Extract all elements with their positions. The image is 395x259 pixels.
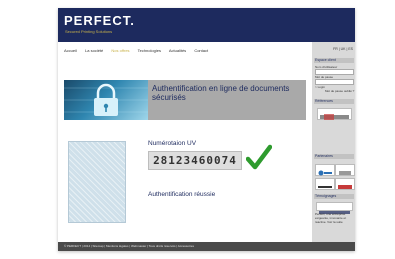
nav-item-accueil[interactable]: Accueil: [64, 48, 77, 53]
site-logo[interactable]: PERFECT.: [64, 13, 135, 28]
main-nav: Accueil La société Nos offres Technologi…: [64, 48, 215, 53]
padlock-icon: [64, 83, 148, 116]
testimonials-header: Témoignages: [314, 194, 354, 199]
uv-number-display: 28123460074: [148, 151, 242, 170]
language-switcher[interactable]: FR | UK | ES: [333, 47, 353, 51]
footer-text: © PERFECT | 2014 | Sitemap | Mentions lé…: [64, 244, 194, 248]
partner-logo-3-icon: [318, 186, 332, 188]
partner-logo-1[interactable]: [315, 164, 335, 176]
partner-logo-4-icon: [338, 185, 352, 189]
testimonial-logo: [316, 202, 353, 214]
partner-logo-2-icon: [339, 171, 351, 175]
testimonial-text: Perfect, une entreprise exigeante, innov…: [315, 212, 347, 224]
partner-logo-2[interactable]: [335, 164, 355, 176]
padlock-image: [64, 80, 148, 120]
nav-item-offres[interactable]: Nos offres: [111, 48, 129, 53]
hero-title: Authentification en ligne de documents s…: [152, 84, 290, 102]
login-link[interactable]: > Login: [315, 85, 325, 89]
nav-item-actualites[interactable]: Actualités: [169, 48, 186, 53]
client-area-header: Espace client: [314, 58, 354, 63]
reference-logo-icon: [320, 114, 349, 120]
partner-logo-1-icon: [318, 170, 332, 176]
reference-logo[interactable]: [317, 108, 352, 120]
nav-item-societe[interactable]: La société: [85, 48, 103, 53]
checkmark-icon: [246, 144, 272, 170]
hero-banner: Authentification en ligne de documents s…: [64, 80, 306, 120]
nav-item-technologies[interactable]: Technologies: [138, 48, 161, 53]
site-tagline: Secured Printing Solutions: [65, 29, 113, 34]
forgot-password-link[interactable]: Mot de passe oublié ?: [325, 89, 354, 93]
uv-number-label: Numérotaion UV: [148, 140, 197, 147]
site-footer: © PERFECT | 2014 | Sitemap | Mentions lé…: [58, 242, 355, 251]
sidebar: FR | UK | ES Espace client Nom d'utilisa…: [312, 42, 355, 242]
partners-header: Partenaires: [314, 154, 354, 159]
partner-logo-4[interactable]: [335, 178, 355, 190]
site-header: PERFECT. Secured Printing Solutions: [58, 8, 355, 42]
document-preview: [68, 141, 126, 223]
references-header: Références: [314, 99, 354, 104]
partner-logo-3[interactable]: [315, 178, 335, 190]
authentication-status: Authentification réussie: [148, 191, 216, 198]
browser-page: PERFECT. Secured Printing Solutions Accu…: [58, 8, 355, 251]
nav-item-contact[interactable]: Contact: [194, 48, 208, 53]
